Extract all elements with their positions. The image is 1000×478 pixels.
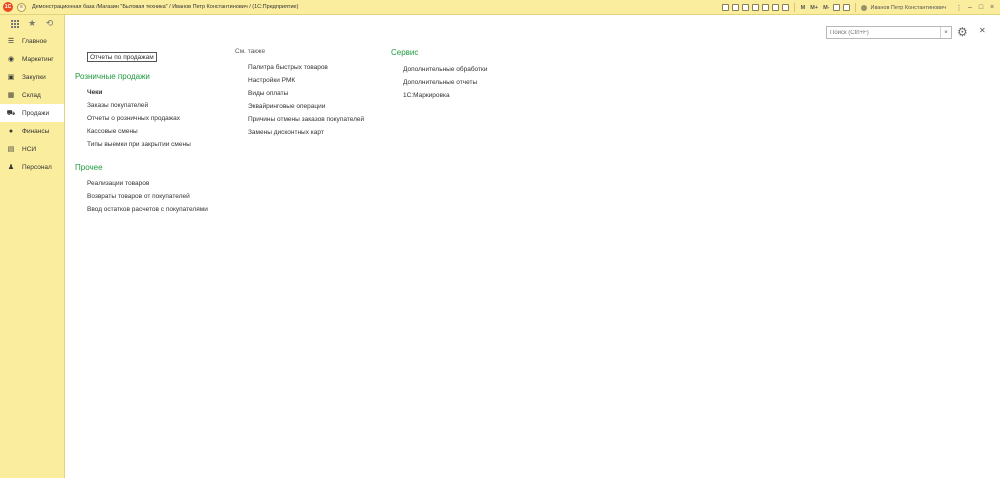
- sales-icon: ⛟: [6, 109, 16, 117]
- menu-icon: ☰: [7, 38, 15, 45]
- nav-link[interactable]: Настройки РМК: [248, 77, 295, 84]
- nav-link[interactable]: Ввод остатков расчетов с покупателями: [87, 206, 208, 213]
- nav-link[interactable]: Отчеты о розничных продажах: [87, 115, 180, 122]
- sidebar-item[interactable]: ◉ Маркетинг: [0, 50, 64, 68]
- sections-panel: ★ ⟲ ☰ Главное ◉ Маркетинг ▣ Закупки ▦ Склад ⛟ Про…: [0, 15, 65, 478]
- window-title: Демонстрационная база /Магазин "Бытовая …: [32, 4, 299, 10]
- nav-link[interactable]: 1С:Маркировка: [403, 92, 450, 99]
- sidebar-item-label: Финансы: [22, 127, 50, 135]
- zoom-icon[interactable]: [833, 4, 841, 11]
- sidebar-item[interactable]: ▦ Склад: [0, 86, 64, 104]
- nav-link[interactable]: Причины отмены заказов покупателей: [248, 116, 364, 123]
- sidebar-item-label: Продажи: [22, 109, 50, 117]
- user-name[interactable]: Иванов Петр Константинович: [870, 5, 946, 11]
- memory-plus-button[interactable]: M+: [809, 5, 819, 11]
- print-icon[interactable]: [731, 4, 739, 11]
- see-also-heading: См. также: [235, 48, 266, 55]
- main-area: × ⚙ ✕ Отчеты по продажам Розничные прода…: [66, 15, 1000, 478]
- other-heading: Прочее: [75, 163, 103, 172]
- info-icon[interactable]: [843, 4, 851, 11]
- nav-link[interactable]: Возвраты товаров от покупателей: [87, 193, 190, 200]
- sidebar-item-label: Главное: [22, 37, 47, 45]
- marketing-icon: ◉: [7, 56, 15, 63]
- app-logo-icon: 1С: [3, 2, 13, 12]
- user-icon: [861, 4, 868, 11]
- minimize-icon[interactable]: –: [966, 4, 974, 11]
- nav-link[interactable]: Эквайринговые операции: [248, 103, 325, 110]
- memory-minus-button[interactable]: M-: [822, 5, 830, 11]
- sidebar-item-label: НСИ: [22, 145, 37, 153]
- sidebar-item[interactable]: ▣ Закупки: [0, 68, 64, 86]
- purchases-icon: ▣: [7, 74, 15, 81]
- search-input[interactable]: [827, 27, 940, 38]
- close-icon[interactable]: ✕: [979, 26, 986, 35]
- sidebar-item[interactable]: ☰ Главное: [0, 32, 64, 50]
- close-window-icon[interactable]: ×: [988, 4, 996, 11]
- nav-link[interactable]: Виды оплаты: [248, 90, 288, 97]
- nav-link[interactable]: Палитра быстрых товаров: [248, 64, 328, 71]
- sidebar-item[interactable]: ▤ НСИ: [0, 140, 64, 158]
- title-bar: 1С ≡ Демонстрационная база /Магазин "Быт…: [0, 0, 1000, 15]
- nav-link[interactable]: Дополнительные отчеты: [403, 79, 477, 86]
- main-menu-button[interactable]: ≡: [17, 2, 26, 12]
- nav-link[interactable]: Чеки: [87, 89, 102, 96]
- reference-icon: ▤: [7, 146, 15, 153]
- sidebar-item[interactable]: ♟ Персонал: [0, 158, 64, 176]
- clear-search-icon[interactable]: ×: [940, 27, 951, 38]
- all-functions-icon[interactable]: [10, 19, 19, 28]
- nav-link[interactable]: Заказы покупателей: [87, 102, 148, 109]
- gear-icon[interactable]: ⚙: [957, 25, 968, 39]
- memory-button[interactable]: M: [800, 5, 807, 11]
- sidebar-item-label: Маркетинг: [22, 55, 54, 63]
- nav-link[interactable]: Кассовые смены: [87, 128, 138, 135]
- finance-icon: ●: [8, 127, 14, 135]
- nav-link[interactable]: Типы выемки при закрытии смены: [87, 141, 191, 148]
- sidebar-item[interactable]: ● Финансы: [0, 122, 64, 140]
- favorites-star-icon[interactable]: ★: [28, 18, 36, 29]
- sales-reports-button[interactable]: Отчеты по продажам: [87, 52, 157, 62]
- save-icon[interactable]: [721, 4, 729, 11]
- separator: [855, 3, 857, 12]
- service-heading: Сервис: [391, 48, 419, 57]
- personnel-icon: ♟: [7, 164, 15, 171]
- nav-link[interactable]: Замены дисконтных карт: [248, 129, 324, 136]
- separator: [793, 3, 795, 12]
- search-box[interactable]: ×: [826, 26, 952, 39]
- nav-link[interactable]: Дополнительные обработки: [403, 66, 487, 73]
- warehouse-icon: ▦: [7, 92, 15, 99]
- calculator-icon[interactable]: [781, 4, 789, 11]
- sidebar-item-label: Персонал: [22, 163, 52, 171]
- paste-icon[interactable]: [751, 4, 759, 11]
- window-menu-icon[interactable]: ⋮: [955, 4, 963, 12]
- maximize-icon[interactable]: □: [977, 4, 985, 11]
- nav-link[interactable]: Реализации товаров: [87, 180, 149, 187]
- sidebar-item-label: Склад: [22, 91, 41, 99]
- sidebar-item[interactable]: ⛟ Продажи: [0, 104, 64, 122]
- retail-sales-heading: Розничные продажи: [75, 72, 150, 81]
- copy-icon[interactable]: [741, 4, 749, 11]
- history-icon[interactable]: ⟲: [46, 18, 54, 29]
- calendar-icon[interactable]: [771, 4, 779, 11]
- preview-icon[interactable]: [761, 4, 769, 11]
- sidebar-item-label: Закупки: [22, 73, 46, 81]
